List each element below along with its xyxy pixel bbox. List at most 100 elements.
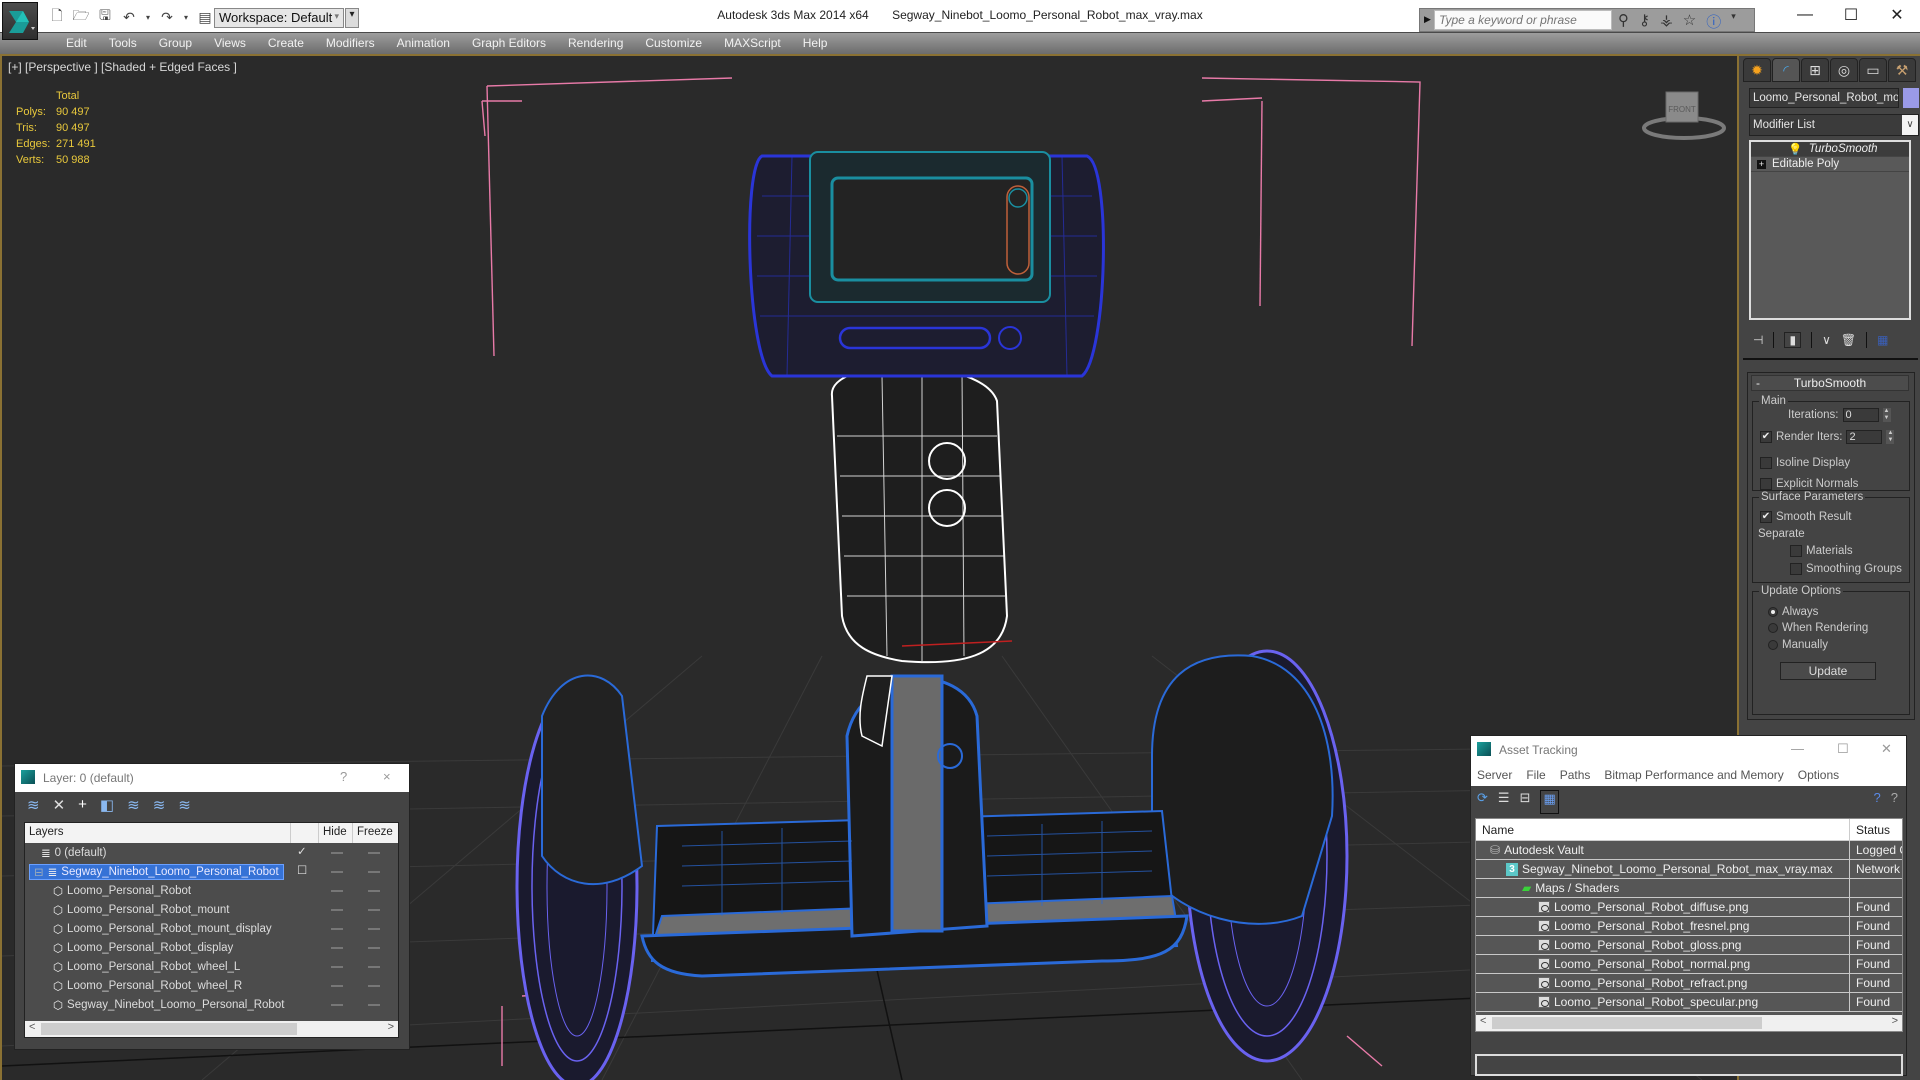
remove-modifier-icon[interactable]: 🗑 (1841, 333, 1856, 347)
when-rendering-radio[interactable] (1768, 623, 1778, 633)
layer-settings-icon[interactable]: ≋ (178, 796, 191, 814)
show-end-result-icon[interactable]: ▮ (1784, 332, 1802, 348)
layer-row[interactable]: ⬡ Loomo_Personal_Robot_display (25, 938, 398, 957)
make-unique-icon[interactable]: ∨ (1822, 333, 1831, 347)
hide-toggle[interactable] (331, 966, 343, 968)
layer-row-name[interactable]: ⬡ Loomo_Personal_Robot (53, 884, 191, 898)
modifier-list-dropdown[interactable]: Modifier List ∨ (1749, 114, 1919, 136)
stack-item-turbosmooth[interactable]: 💡 TurboSmooth (1751, 142, 1909, 157)
layer-row[interactable]: ⬡ Loomo_Personal_Robot_wheel_L (25, 957, 398, 976)
render-iters-spinner[interactable]: ▲ ▼ (1886, 430, 1895, 444)
minimize-button[interactable]: — (1791, 741, 1804, 756)
scroll-thumb[interactable] (41, 1023, 297, 1035)
render-iters-checkbox[interactable]: ✔ (1760, 431, 1772, 443)
hide-toggle[interactable] (331, 928, 343, 930)
column-current[interactable] (291, 823, 319, 843)
app-menu-button[interactable] (2, 2, 38, 40)
viewcube[interactable]: FRONT (1622, 80, 1737, 150)
refresh-icon[interactable]: ⟳ (1477, 790, 1488, 814)
pin-stack-icon[interactable]: ⊣ (1753, 333, 1763, 347)
context-help-icon[interactable]: ? (1891, 790, 1898, 814)
hide-toggle[interactable] (331, 1004, 343, 1006)
asset-row[interactable]: Loomo_Personal_Robot_refract.png Found (1476, 974, 1902, 993)
freeze-toggle[interactable] (368, 966, 380, 968)
maximize-button[interactable]: ☐ (1837, 741, 1849, 757)
layer-row[interactable]: ≣ 0 (default) ✓ (25, 843, 398, 862)
display-tab[interactable]: ▭ (1859, 58, 1887, 82)
close-button[interactable]: ✕ (1881, 741, 1892, 757)
add-to-layer-icon[interactable]: + (78, 796, 87, 814)
smoothing-groups-checkbox[interactable] (1790, 563, 1802, 575)
object-color-swatch[interactable] (1903, 88, 1919, 108)
table-icon[interactable]: ▦ (1540, 790, 1559, 814)
freeze-toggle[interactable] (368, 928, 380, 930)
asset-window-titlebar[interactable]: Asset Tracking — ☐ ✕ (1471, 736, 1906, 764)
hide-toggle[interactable] (331, 890, 343, 892)
layer-row[interactable]: ⊟ ≣ Segway_Ninebot_Loomo_Personal_Robot ☐ (25, 862, 398, 881)
binoculars-icon[interactable]: ⚲ (1618, 11, 1629, 32)
horizontal-scrollbar[interactable]: < > (1476, 1015, 1902, 1031)
smooth-result-checkbox[interactable]: ✔ (1760, 511, 1772, 523)
expand-plus-icon[interactable]: + (1757, 159, 1766, 169)
delete-layer-icon[interactable]: ✕ (53, 796, 66, 814)
asset-row[interactable]: Loomo_Personal_Robot_gloss.png Found (1476, 936, 1902, 955)
workspace-dropdown[interactable]: Workspace: Default ▾ (214, 8, 344, 28)
column-name[interactable]: Name (1482, 823, 1514, 837)
layer-row-name[interactable]: ≣ 0 (default) (41, 846, 106, 860)
layer-row-name[interactable]: ⊟ ≣ Segway_Ninebot_Loomo_Personal_Robot (29, 863, 284, 880)
menu-options[interactable]: Options (1798, 768, 1839, 782)
menu-views[interactable]: Views (203, 36, 257, 50)
star-icon[interactable]: ☆ (1683, 11, 1696, 32)
save-icon[interactable]: 🖫 (96, 7, 114, 26)
menu-group[interactable]: Group (148, 36, 203, 50)
qat-customize-button[interactable]: ▾ (345, 8, 359, 28)
motion-tab[interactable]: ◎ (1830, 58, 1858, 82)
asset-row[interactable]: ⛁Autodesk Vault Logged Out (1476, 841, 1902, 860)
undo-dropdown-icon[interactable]: ▾ (144, 8, 152, 26)
layer-row[interactable]: ⬡ Loomo_Personal_Robot (25, 881, 398, 900)
update-button[interactable]: Update (1780, 662, 1876, 680)
redo-dropdown-icon[interactable]: ▾ (182, 8, 190, 26)
hide-toggle[interactable] (331, 985, 343, 987)
create-tab[interactable]: ✹ (1743, 58, 1771, 82)
close-button[interactable]: ✕ (1874, 0, 1920, 30)
help-icon[interactable]: ⓘ (1706, 11, 1721, 32)
menu-help[interactable]: Help (792, 36, 839, 50)
explicit-normals-checkbox[interactable] (1760, 478, 1772, 490)
render-iters-input[interactable]: 2 (1846, 430, 1883, 444)
menu-rendering[interactable]: Rendering (557, 36, 634, 50)
set-current-layer-toggle[interactable]: ☐ (297, 863, 307, 877)
layer-row[interactable]: ⬡ Loomo_Personal_Robot_mount_display (25, 919, 398, 938)
redo-icon[interactable]: ↷ (158, 8, 176, 26)
manually-radio[interactable] (1768, 640, 1778, 650)
menu-create[interactable]: Create (257, 36, 315, 50)
freeze-toggle[interactable] (368, 890, 380, 892)
menu-animation[interactable]: Animation (386, 36, 461, 50)
menu-file[interactable]: File (1526, 768, 1545, 782)
menu-graph-editors[interactable]: Graph Editors (461, 36, 557, 50)
select-objects-icon[interactable]: ◧ (100, 796, 114, 814)
menu-maxscript[interactable]: MAXScript (713, 36, 792, 50)
key-icon[interactable]: ⚷ (1639, 11, 1650, 32)
scroll-right-icon[interactable]: > (1892, 1015, 1898, 1027)
object-name-field[interactable]: Loomo_Personal_Robot_mount (1749, 88, 1899, 108)
maximize-button[interactable]: ☐ (1828, 0, 1874, 30)
layer-row-name[interactable]: ⬡ Loomo_Personal_Robot_wheel_L (53, 960, 240, 974)
freeze-toggle[interactable] (368, 985, 380, 987)
close-button[interactable]: × (383, 769, 391, 784)
hide-toggle[interactable] (331, 909, 343, 911)
column-freeze[interactable]: Freeze (353, 823, 398, 843)
project-folder-icon[interactable]: ▤ (196, 8, 214, 26)
menu-edit[interactable]: Edit (55, 36, 98, 50)
materials-checkbox[interactable] (1790, 545, 1802, 557)
minimize-button[interactable]: — (1782, 0, 1828, 30)
undo-icon[interactable]: ↶ (120, 8, 138, 26)
list-icon[interactable]: ☰ (1498, 790, 1510, 814)
asset-row[interactable]: Loomo_Personal_Robot_specular.png Found (1476, 993, 1902, 1012)
open-file-icon[interactable]: 🗁 (72, 7, 90, 26)
column-layers[interactable]: Layers (25, 823, 291, 843)
hierarchy-tab[interactable]: ⊞ (1801, 58, 1829, 82)
layer-row-name[interactable]: ⬡ Segway_Ninebot_Loomo_Personal_Robot (53, 998, 284, 1012)
satellite-icon[interactable]: ⚶ (1660, 11, 1673, 32)
iterations-spinner[interactable]: ▲ ▼ (1882, 408, 1891, 422)
